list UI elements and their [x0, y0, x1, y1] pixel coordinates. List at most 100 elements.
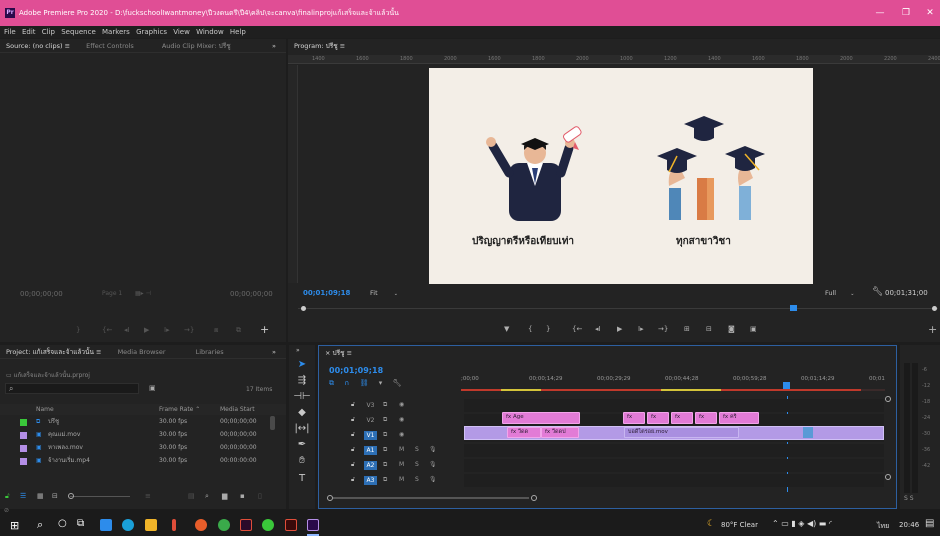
camera-icon[interactable]: ◙	[728, 325, 735, 333]
new-bin-icon[interactable]: ▣	[149, 384, 156, 392]
illustrator-icon[interactable]	[240, 519, 252, 531]
label-color-swatch[interactable]	[20, 458, 27, 465]
meter-solo-buttons[interactable]: S S	[904, 495, 914, 502]
menu-window[interactable]: Window	[196, 26, 224, 38]
input-language[interactable]: ไทย	[877, 521, 889, 532]
tab-program[interactable]: Program: ปรีชู ≡	[294, 39, 345, 53]
track-lock-icon[interactable]: 🔓︎	[351, 476, 355, 484]
track-sync-lock-icon[interactable]: ⧉	[383, 401, 387, 409]
label-color-swatch[interactable]	[20, 419, 27, 426]
playhead-icon[interactable]	[790, 305, 797, 311]
track-header[interactable]: 🔓︎ A1 ⧉ M S 🎙︎	[319, 444, 461, 457]
track-solo-button[interactable]: S	[415, 461, 419, 468]
extract-icon[interactable]: ⊟	[706, 325, 712, 333]
search-icon[interactable]: ⌕	[37, 518, 43, 532]
track-target-toggle[interactable]: A2	[364, 461, 377, 470]
v2-effect-clip[interactable]: fx	[671, 412, 693, 424]
find-icon[interactable]: ⌕	[205, 492, 209, 501]
track-lane[interactable]	[464, 444, 884, 457]
firefox-icon[interactable]	[195, 519, 207, 531]
wrench-icon[interactable]: 🔧︎	[872, 287, 883, 297]
system-tray-icons[interactable]: ⌃ ▭ ▮ ◈ ◀︎) ▬ ◜	[772, 519, 832, 528]
track-mute-button[interactable]: M	[399, 446, 404, 453]
track-lock-icon[interactable]: 🔓︎	[351, 446, 355, 454]
play-icon[interactable]: ▶	[144, 326, 149, 334]
scrub-start-handle[interactable]	[301, 306, 306, 311]
track-solo-button[interactable]: S	[415, 446, 419, 453]
timeline-timecode[interactable]: 00;01;09;18	[329, 366, 383, 375]
track-header[interactable]: 🔓︎ A3 ⧉ M S 🎙︎	[319, 474, 461, 487]
quality-dropdown[interactable]: Full ⌄	[825, 289, 854, 297]
track-eye-icon[interactable]: ◉	[399, 431, 404, 438]
track-lock-icon[interactable]: 🔓︎	[351, 431, 355, 439]
track-sync-lock-icon[interactable]: ⧉	[383, 416, 387, 424]
v2-effect-clip[interactable]: fx	[647, 412, 669, 424]
overwrite-icon[interactable]: ⧉	[236, 326, 241, 335]
label-color-swatch[interactable]	[20, 445, 27, 452]
scroll-end-handle[interactable]	[531, 495, 537, 501]
tab-project[interactable]: Project: แก้เสร็จและจ้าแล้วนั้น ≡	[6, 345, 101, 359]
track-header[interactable]: 🔓︎ A2 ⧉ M S 🎙︎	[319, 459, 461, 472]
v2-effect-clip[interactable]: fx คริ	[719, 412, 759, 424]
menu-file[interactable]: File	[4, 26, 16, 38]
insert-icon[interactable]: ⧈	[214, 326, 218, 335]
track-voiceover-mic-icon[interactable]: 🎙︎	[429, 461, 437, 468]
linked-selection-icon[interactable]: ⛓︎	[360, 379, 369, 387]
snap-icon[interactable]: ∩	[344, 379, 349, 387]
minimize-button[interactable]: —	[873, 6, 887, 20]
freeform-view-icon[interactable]: ⊟	[52, 492, 58, 500]
column-name[interactable]: Name	[36, 406, 54, 413]
program-timecode[interactable]: 00;01;09;18	[303, 289, 350, 297]
acrobat-icon[interactable]	[285, 519, 297, 531]
track-lane[interactable]	[464, 474, 884, 487]
new-bin-footer-icon[interactable]: ▆	[222, 492, 227, 500]
hand-tool-icon[interactable]: ✋︎	[292, 455, 312, 469]
project-item-row[interactable]: ⧉ ปรีชู 30.00 fps 00;00;00;00	[0, 416, 270, 428]
timeline-horizontal-scrollbar[interactable]	[327, 494, 887, 502]
project-search-input[interactable]: ⌕	[5, 383, 139, 394]
panel-overflow-icon[interactable]: »	[272, 345, 276, 359]
track-eye-icon[interactable]: ◉	[399, 416, 404, 423]
app-bar-icon[interactable]	[172, 519, 176, 531]
go-to-out-icon[interactable]: →}	[658, 325, 668, 333]
go-to-in-icon[interactable]: {←	[572, 325, 582, 333]
mark-out-icon[interactable]: }	[546, 325, 550, 333]
add-marker-icon[interactable]: ▼	[504, 325, 509, 333]
mark-in-icon[interactable]: {	[528, 325, 532, 333]
mark-in-icon[interactable]: }	[76, 326, 80, 334]
task-view-icon[interactable]: ⧉	[77, 518, 84, 529]
zoom-slider[interactable]	[70, 496, 130, 497]
razor-tool-icon[interactable]: ◆	[292, 407, 312, 421]
vertical-zoom-handle-top[interactable]	[885, 396, 891, 402]
step-back-icon[interactable]: ◂I	[124, 326, 130, 334]
track-sync-lock-icon[interactable]: ⧉	[383, 431, 387, 439]
step-forward-icon[interactable]: I▸	[638, 325, 644, 333]
step-forward-icon[interactable]: I▸	[164, 326, 170, 334]
comparison-view-icon[interactable]: ▣	[750, 325, 757, 333]
chrome-icon[interactable]	[218, 519, 230, 531]
track-lock-icon[interactable]: 🔓︎	[351, 461, 355, 469]
track-eye-icon[interactable]: ◉	[399, 401, 404, 408]
new-item-icon[interactable]: ▪	[240, 492, 245, 500]
vertical-zoom-handle-bottom[interactable]	[885, 474, 891, 480]
track-mute-button[interactable]: M	[399, 476, 404, 483]
pen-tool-icon[interactable]: ✒	[292, 439, 312, 453]
add-marker-icon[interactable]: ▾	[379, 379, 383, 387]
v1-main-clip[interactable]: บอดีไตรอย.mov	[624, 427, 739, 438]
automate-icon[interactable]: ▤	[188, 492, 195, 500]
go-to-in-icon[interactable]: {←	[102, 326, 112, 334]
line-icon[interactable]	[262, 519, 274, 531]
track-target-toggle[interactable]: A3	[364, 476, 377, 485]
tab-media-browser[interactable]: Media Browser	[118, 345, 166, 359]
zoom-slider-handle[interactable]	[68, 493, 74, 499]
column-media-start[interactable]: Media Start	[220, 406, 255, 413]
track-sync-icon[interactable]: ⧉	[383, 446, 387, 454]
menu-graphics[interactable]: Graphics	[136, 26, 167, 38]
play-icon[interactable]: ▶	[617, 325, 622, 333]
step-back-icon[interactable]: ◂I	[595, 325, 601, 333]
lift-icon[interactable]: ⊞	[684, 325, 690, 333]
menu-clip[interactable]: Clip	[42, 26, 55, 38]
v2-effect-clip[interactable]: fx	[623, 412, 645, 424]
track-target-toggle[interactable]: V2	[364, 416, 377, 425]
menu-markers[interactable]: Markers	[102, 26, 130, 38]
